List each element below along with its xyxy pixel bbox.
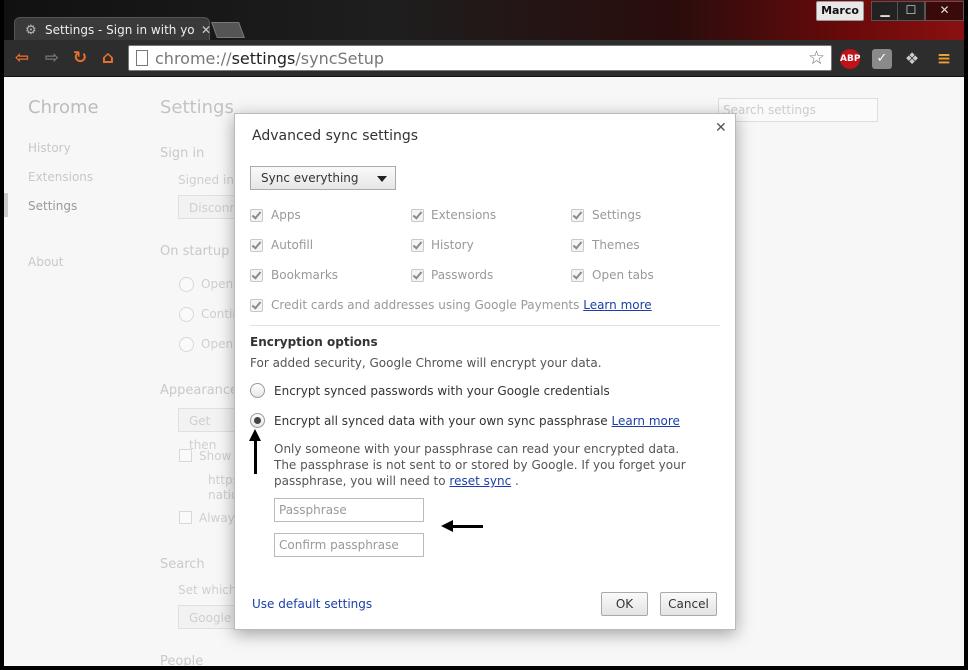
advanced-sync-dialog: Advanced sync settings ✕ Sync everything… xyxy=(234,113,736,630)
search-heading: Search xyxy=(160,557,205,572)
checkbox-apps[interactable] xyxy=(250,209,263,222)
back-arrow-icon[interactable]: ⇦ xyxy=(12,48,32,68)
radio-custom-passphrase[interactable] xyxy=(250,413,265,428)
checkbox-label-history: History xyxy=(431,238,474,252)
encryption-heading: Encryption options xyxy=(250,335,378,349)
show-home-label: Show xyxy=(199,449,232,463)
adblock-icon[interactable]: ABP xyxy=(840,49,860,69)
gear-icon: ⚙ xyxy=(25,23,37,38)
forward-arrow-icon[interactable]: ⇨ xyxy=(42,48,62,68)
cancel-button[interactable]: Cancel xyxy=(660,592,717,616)
appearance-heading: Appearance xyxy=(160,383,239,398)
confirm-passphrase-input[interactable]: Confirm passphrase xyxy=(274,533,424,557)
startup-option-1: Open xyxy=(201,277,234,291)
sidebar-item-settings[interactable]: Settings xyxy=(28,199,77,213)
sync-mode-select[interactable]: Sync everything xyxy=(250,166,396,190)
checkbox-settings[interactable] xyxy=(571,209,584,222)
home-icon[interactable]: ⌂ xyxy=(98,48,118,68)
sync-mode-value: Sync everything xyxy=(261,171,359,185)
extension-check-icon[interactable]: ✓ xyxy=(872,49,892,69)
passphrase-input[interactable]: Passphrase xyxy=(274,498,424,522)
maximize-button[interactable]: ☐ xyxy=(897,1,925,21)
address-bar[interactable]: chrome://settings/syncSetup ☆ xyxy=(128,45,832,71)
left-arrow-annotation xyxy=(441,520,483,532)
passphrase-explanation: Only someone with your passphrase can re… xyxy=(274,442,686,488)
encryption-subtitle: For added security, Google Chrome will e… xyxy=(250,356,602,370)
show-home-checkbox[interactable] xyxy=(179,449,192,462)
startup-heading: On startup xyxy=(160,244,230,259)
checkbox-label-passwords: Passwords xyxy=(431,268,494,282)
sign-in-heading: Sign in xyxy=(160,146,205,161)
sidebar-item-history[interactable]: History xyxy=(28,141,71,155)
chevron-down-icon xyxy=(377,176,387,182)
checkbox-label-open-tabs: Open tabs xyxy=(592,268,654,282)
search-engine-select[interactable]: Google xyxy=(178,605,238,629)
browser-window: ⚙ Settings - Sign in with you ✕ Marco ▁ … xyxy=(4,0,964,666)
checkbox-passwords[interactable] xyxy=(411,269,424,282)
window-close-button[interactable]: ✕ xyxy=(925,1,964,21)
people-heading: People xyxy=(160,654,204,666)
sidebar-active-indicator xyxy=(4,193,8,217)
disconnect-button[interactable]: Disconne xyxy=(178,195,244,219)
minimize-button[interactable]: ▁ xyxy=(871,1,899,21)
radio-google-credentials[interactable] xyxy=(250,383,265,398)
profile-button[interactable]: Marco xyxy=(816,1,864,21)
page-title: Settings xyxy=(160,97,234,118)
checkbox-open-tabs[interactable] xyxy=(571,269,584,282)
checkbox-label-autofill: Autofill xyxy=(271,238,314,252)
ok-button[interactable]: OK xyxy=(601,592,648,616)
startup-radio-1[interactable] xyxy=(179,277,194,292)
page-icon xyxy=(136,50,148,66)
learn-more-link-payments[interactable]: Learn more xyxy=(583,298,651,312)
checkbox-label-extensions: Extensions xyxy=(431,208,497,222)
sidebar-item-about[interactable]: About xyxy=(28,255,63,269)
checkbox-payments[interactable] xyxy=(250,299,263,312)
new-tab-button[interactable] xyxy=(211,22,245,38)
use-default-settings-link[interactable]: Use default settings xyxy=(252,597,372,611)
checkbox-bookmarks[interactable] xyxy=(250,269,263,282)
close-tab-icon[interactable]: ✕ xyxy=(201,23,211,37)
startup-radio-2[interactable] xyxy=(179,307,194,322)
reset-sync-link[interactable]: reset sync xyxy=(449,474,511,488)
reload-icon[interactable]: ↻ xyxy=(70,48,90,68)
dropbox-icon[interactable]: ❖ xyxy=(902,49,922,69)
checkbox-label-apps: Apps xyxy=(271,208,301,222)
checkbox-label-settings: Settings xyxy=(592,208,642,222)
checkbox-label-payments: Credit cards and addresses using Google … xyxy=(271,298,652,312)
startup-option-3: Open xyxy=(201,337,234,351)
bookmark-star-icon[interactable]: ☆ xyxy=(808,47,825,69)
tab-title: Settings - Sign in with you xyxy=(45,23,195,37)
checkbox-label-themes: Themes xyxy=(592,238,640,252)
title-bar: ⚙ Settings - Sign in with you ✕ Marco ▁ … xyxy=(4,0,964,43)
menu-icon[interactable]: ≡ xyxy=(934,49,954,69)
checkbox-autofill[interactable] xyxy=(250,239,263,252)
startup-radio-3[interactable] xyxy=(179,337,194,352)
learn-more-link-encryption[interactable]: Learn more xyxy=(611,414,679,428)
checkbox-themes[interactable] xyxy=(571,239,584,252)
checkbox-label-bookmarks: Bookmarks xyxy=(271,268,339,282)
search-settings-input[interactable]: Search settings xyxy=(718,98,878,122)
dialog-title: Advanced sync settings xyxy=(252,128,419,144)
get-themes-button[interactable]: Get then xyxy=(178,408,238,452)
close-icon[interactable]: ✕ xyxy=(715,120,727,136)
checkbox-extensions[interactable] xyxy=(411,209,424,222)
toolbar: ⇦ ⇨ ↻ ⌂ chrome://settings/syncSetup ☆ AB… xyxy=(4,40,964,77)
always-checkbox[interactable] xyxy=(179,511,192,524)
divider xyxy=(250,325,720,326)
checkbox-history[interactable] xyxy=(411,239,424,252)
up-arrow-annotation xyxy=(249,429,261,474)
url-text: chrome://settings/syncSetup xyxy=(155,49,385,68)
radio-label-custom-passphrase: Encrypt all synced data with your own sy… xyxy=(274,414,680,428)
sidebar-title: Chrome xyxy=(28,97,99,118)
radio-label-google-credentials: Encrypt synced passwords with your Googl… xyxy=(274,384,610,398)
sidebar-item-extensions[interactable]: Extensions xyxy=(28,170,93,184)
